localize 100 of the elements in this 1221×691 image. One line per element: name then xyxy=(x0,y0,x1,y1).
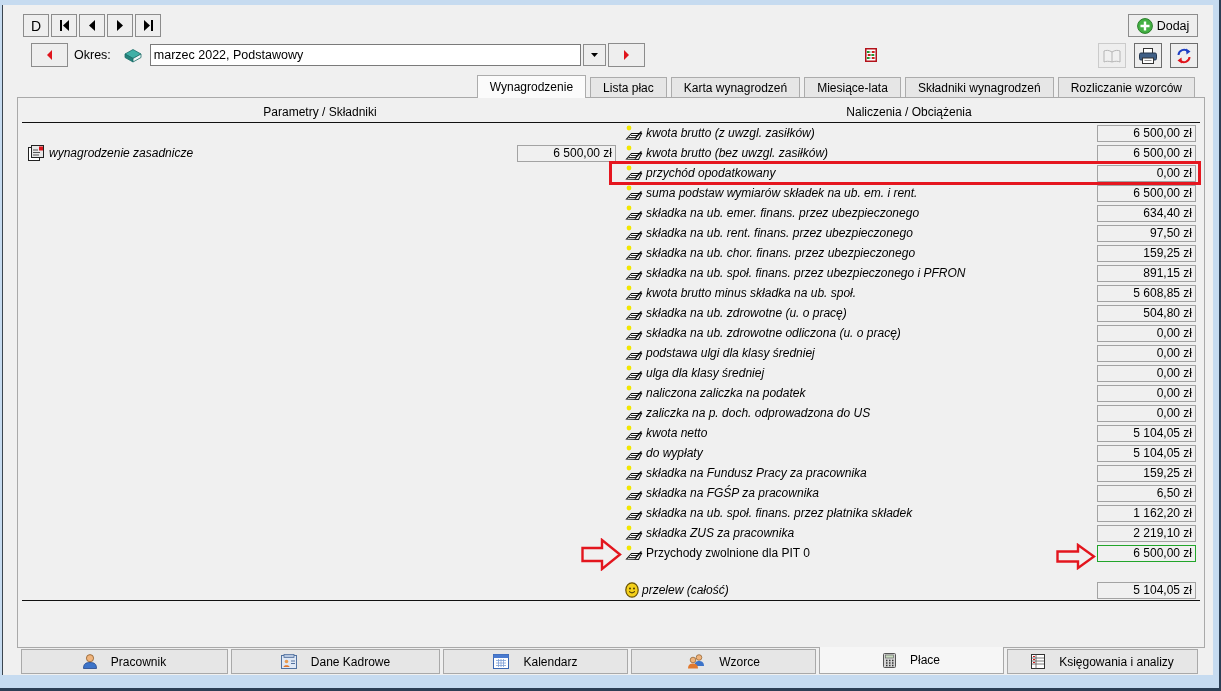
print-button[interactable] xyxy=(1134,43,1162,68)
amount-field: 159,25 zł xyxy=(1097,244,1196,262)
writing-hand-icon xyxy=(625,305,643,321)
writing-hand-icon xyxy=(625,345,643,361)
next-button[interactable] xyxy=(107,14,133,37)
amount-field: 5 104,05 zł xyxy=(1097,581,1196,599)
writing-hand-icon xyxy=(625,465,643,481)
previous-period-button[interactable] xyxy=(31,43,68,67)
charge-label: składka na ub. rent. finans. przez ubezpieczonego xyxy=(646,226,914,240)
period-label: Okres: xyxy=(74,48,111,62)
plus-circle-icon xyxy=(1136,17,1153,34)
skip-right-icon xyxy=(143,20,153,31)
id-card-icon xyxy=(280,654,297,669)
amount-field: 0,00 zł xyxy=(1097,404,1196,422)
amount-field: 97,50 zł xyxy=(1097,224,1196,242)
calculator-icon xyxy=(883,652,896,668)
charge-label: składka na Fundusz Pracy za pracownika xyxy=(646,466,868,480)
writing-hand-icon xyxy=(625,245,643,261)
writing-hand-icon xyxy=(625,205,643,221)
writing-hand-icon xyxy=(625,405,643,421)
tab[interactable]: Lista płac xyxy=(590,77,667,97)
charge-label: składka na FGŚP za pracownika xyxy=(646,486,820,500)
period-field[interactable]: marzec 2022, Podstawowy xyxy=(149,44,581,66)
triangle-right-icon xyxy=(117,20,123,31)
amount-field: 0,00 zł xyxy=(1097,364,1196,382)
charge-label: kwota brutto (z uwzgl. zasiłków) xyxy=(646,126,816,140)
charge-label: składka na ub. chor. finans. przez ubezpieczonego xyxy=(646,246,917,260)
tab[interactable]: Kalendarz xyxy=(443,649,628,674)
writing-hand-icon xyxy=(625,325,643,341)
writing-hand-icon xyxy=(625,125,643,141)
writing-hand-icon xyxy=(625,425,643,441)
book-icon xyxy=(123,47,142,63)
amount-field: 5 104,05 zł xyxy=(1097,424,1196,442)
column-header: Parametry / Składniki xyxy=(262,104,378,121)
record-button[interactable]: D xyxy=(23,14,49,37)
writing-hand-icon xyxy=(625,505,643,521)
tab[interactable]: Pracownik xyxy=(21,649,228,674)
tab[interactable]: Dane Kadrowe xyxy=(231,649,440,674)
tab[interactable]: Składniki wynagrodzeń xyxy=(904,77,1054,97)
people-icon xyxy=(687,654,706,669)
caret-down-icon xyxy=(590,53,598,57)
component-label: wynagrodzenie zasadnicze xyxy=(49,146,195,160)
charge-label: składka na ub. społ. finans. przez płatnika składek xyxy=(646,506,914,520)
tab[interactable]: Płace xyxy=(819,647,1004,674)
amount-field: 6 500,00 zł xyxy=(517,144,616,162)
amount-field: 0,00 zł xyxy=(1097,324,1196,342)
person-icon xyxy=(82,654,97,669)
previous-button[interactable] xyxy=(79,14,105,37)
tab[interactable]: Wynagrodzenie xyxy=(476,75,587,98)
dropdown-button[interactable] xyxy=(582,44,606,66)
writing-hand-icon xyxy=(625,525,643,541)
writing-hand-icon xyxy=(625,485,643,501)
next-period-button[interactable] xyxy=(607,43,645,67)
writing-hand-icon xyxy=(625,185,643,201)
amount-field: 5 104,05 zł xyxy=(1097,444,1196,462)
amount-field: 6 500,00 zł xyxy=(1097,144,1196,162)
writing-hand-icon xyxy=(625,445,643,461)
document-icon xyxy=(28,145,44,161)
printer-icon xyxy=(1139,47,1157,64)
abacus-icon xyxy=(864,48,877,62)
charge-label: podstawa ulgi dla klasy średniej xyxy=(646,346,816,360)
triangle-left-icon xyxy=(47,50,52,60)
calendar-icon xyxy=(493,654,510,669)
amount-field: 0,00 zł xyxy=(1097,164,1196,182)
amount-field: 504,80 zł xyxy=(1097,304,1196,322)
charge-label: ulga dla klasy średniej xyxy=(646,366,766,380)
refresh-button[interactable] xyxy=(1170,43,1198,68)
skip-left-icon xyxy=(59,20,69,31)
writing-hand-icon xyxy=(625,385,643,401)
charge-label: składka na ub. zdrowotne odliczona (u. o pracę) xyxy=(646,326,902,340)
triangle-left-icon xyxy=(89,20,95,31)
charge-label: kwota netto xyxy=(646,426,709,440)
smiley-coin-icon xyxy=(625,582,639,598)
tab[interactable]: Miesiące-lata xyxy=(804,77,901,97)
amount-field: 6,50 zł xyxy=(1097,484,1196,502)
charge-label: składka na ub. emer. finans. przez ubezpieczonego xyxy=(646,206,921,220)
charge-label: suma podstaw wymiarów składek na ub. em. i rent. xyxy=(646,186,919,200)
tab[interactable]: Karta wynagrodzeń xyxy=(670,77,801,97)
tab[interactable]: Księgowania i analizy xyxy=(1007,649,1198,674)
charge-label: składka ZUS za pracownika xyxy=(646,526,796,540)
charge-label: składka na ub. społ. finans. przez ubezpieczonego i PFRON xyxy=(646,266,967,280)
amount-field: 634,40 zł xyxy=(1097,204,1196,222)
tab[interactable]: Wzorce xyxy=(631,649,816,674)
amount-field: 891,15 zł xyxy=(1097,264,1196,282)
first-button[interactable] xyxy=(51,14,77,37)
charge-label: kwota brutto minus składka na ub. społ. xyxy=(646,286,858,300)
charge-label: kwota brutto (bez uwzgl. zasiłków) xyxy=(646,146,830,160)
column-header: Naliczenia / Obciążenia xyxy=(845,104,973,121)
refresh-icon xyxy=(1176,47,1192,64)
writing-hand-icon xyxy=(625,265,643,281)
add-button[interactable]: Dodaj xyxy=(1128,14,1198,37)
writing-hand-icon xyxy=(625,165,643,181)
last-button[interactable] xyxy=(135,14,161,37)
charge-label: składka na ub. zdrowotne (u. o pracę) xyxy=(646,306,848,320)
writing-hand-icon xyxy=(625,545,643,561)
tab[interactable]: Rozliczanie wzorców xyxy=(1057,77,1195,97)
writing-hand-icon xyxy=(625,285,643,301)
amount-field: 5 608,85 zł xyxy=(1097,284,1196,302)
amount-field: 6 500,00 zł xyxy=(1097,544,1196,562)
amount-field: 6 500,00 zł xyxy=(1097,124,1196,142)
